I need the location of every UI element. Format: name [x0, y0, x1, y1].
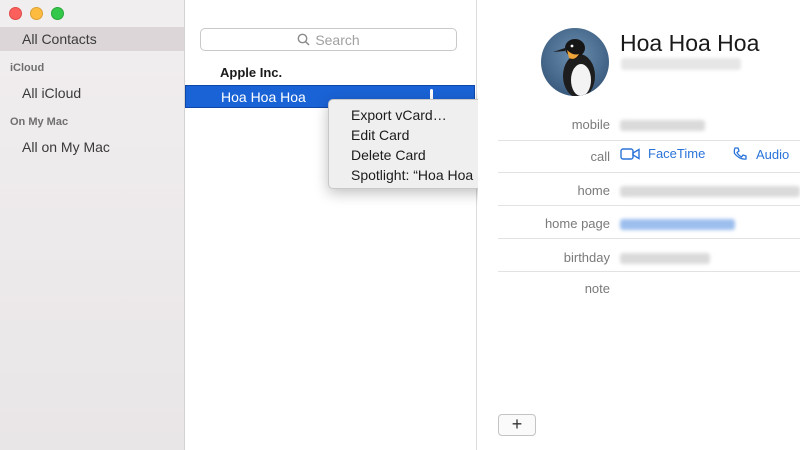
facetime-label: FaceTime [648, 146, 706, 161]
label-mobile: mobile [571, 117, 610, 132]
audio-label: Audio [756, 146, 790, 162]
sidebar-group-on-my-mac: On My Mac [10, 116, 69, 128]
minimize-window-button[interactable] [30, 7, 43, 20]
divider [498, 271, 800, 272]
contact-company-blurred [621, 58, 741, 70]
sidebar-item-all-on-my-mac[interactable]: All on My Mac [22, 139, 110, 155]
label-birthday: birthday [563, 250, 610, 265]
add-field-button[interactable]: + [498, 414, 536, 436]
search-field[interactable]: Search [200, 28, 457, 51]
window-controls [9, 7, 64, 20]
avatar[interactable] [541, 28, 609, 96]
facetime-video-icon [620, 147, 640, 160]
phone-icon [733, 147, 747, 160]
sidebar-group-icloud: iCloud [10, 62, 45, 74]
contact-list: Search Apple Inc. Hoa Hoa Hoa [185, 0, 477, 450]
sidebar-item-all-icloud[interactable]: All iCloud [22, 85, 81, 101]
divider [498, 140, 800, 141]
penguin-icon [553, 39, 595, 96]
divider [498, 238, 800, 239]
label-home-page: home page [544, 216, 610, 231]
label-call: call [590, 149, 610, 164]
list-item-company[interactable]: Apple Inc. [220, 65, 282, 80]
facetime-button[interactable]: FaceTime [620, 146, 705, 161]
search-icon [297, 33, 310, 46]
sidebar: All Contacts iCloud All iCloud On My Mac… [0, 0, 185, 450]
value-home-blurred [620, 186, 800, 197]
zoom-window-button[interactable] [51, 7, 64, 20]
sidebar-item-all-contacts[interactable]: All Contacts [22, 31, 97, 47]
close-window-button[interactable] [9, 7, 22, 20]
contact-detail: Hoa Hoa Hoa mobile call FaceTime Audio h… [478, 0, 800, 450]
audio-call-button[interactable]: Audio [732, 146, 789, 162]
label-home: home [577, 183, 610, 198]
value-mobile-blurred [620, 120, 705, 131]
contact-name: Hoa Hoa Hoa [620, 30, 760, 56]
divider [498, 205, 800, 206]
label-note: note [584, 281, 610, 296]
divider [498, 172, 800, 173]
value-home-page-blurred[interactable] [620, 219, 735, 230]
selected-contact-name: Hoa Hoa Hoa [221, 89, 306, 105]
value-birthday-blurred [620, 253, 710, 264]
search-placeholder: Search [315, 31, 360, 48]
